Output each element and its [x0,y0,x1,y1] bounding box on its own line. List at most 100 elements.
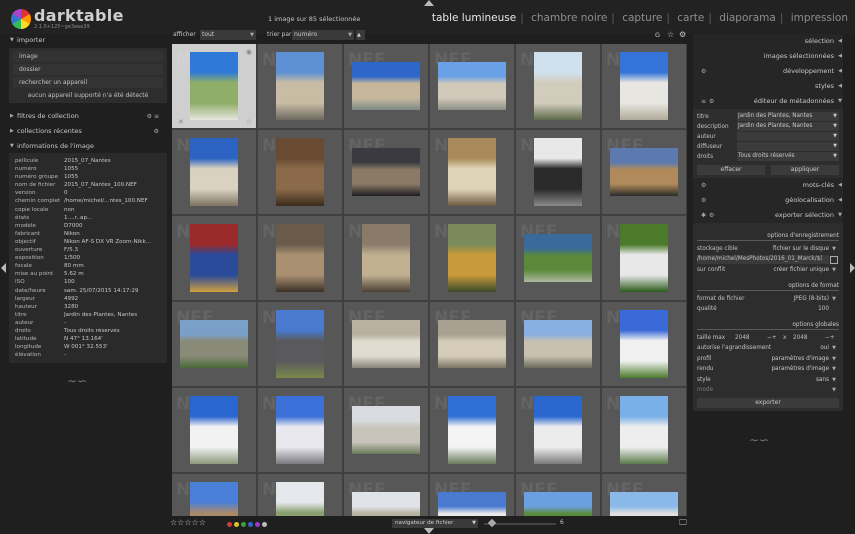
thumbnail[interactable]: NEF [257,473,343,516]
thumbnail[interactable]: NEF [515,44,601,129]
color-label-green-icon[interactable] [241,522,246,527]
view-darkroom[interactable]: chambre noire [531,12,607,24]
thumbnail[interactable]: NEF [343,129,429,215]
thumbnail[interactable]: NEF [343,473,429,516]
styles-header[interactable]: styles ◀ [693,79,843,94]
thumbnail-grid[interactable]: NEF☆✕◉NEFNEFNEFNEFNEFNEFNEFNEFNEFNEFNEFN… [172,44,687,516]
thumbnail[interactable]: NEF [343,44,429,129]
target-storage-row[interactable]: stockage cible fichier sur le disque ▼ [697,244,839,255]
zoom-slider[interactable] [484,518,556,528]
color-label-blue-icon[interactable] [248,522,253,527]
thumbnail[interactable]: NEF [429,215,515,301]
export-button[interactable]: exporter [697,397,839,408]
gear-icon[interactable]: ⚙ [701,193,706,208]
export-path-input[interactable]: /home/michel/MesPhotos/2016_01_Marck/$( [697,254,829,264]
metadata-field[interactable]: Jardin des Plantes, Nantes ▼ [737,112,839,121]
thumbnail[interactable]: NEF [601,129,687,215]
thumbnail[interactable]: NEF [343,301,429,387]
metadata-field[interactable]: Tous droits réservés ▼ [737,152,839,161]
reject-icon[interactable]: ✕ [178,118,184,126]
quality-slider[interactable]: qualité 100 [697,304,839,315]
recent-collections-header[interactable]: ▶ collections récentes ⚙ [9,125,167,138]
view-print[interactable]: impression [791,12,848,24]
collapse-right-arrow-icon[interactable] [850,263,855,273]
import-folder-button[interactable]: dossier [13,64,163,75]
thumbnail[interactable]: NEF [343,387,429,473]
thumbnail[interactable]: NEF☆✕◉ [172,44,257,129]
reset-icon[interactable]: ✱ [701,208,706,223]
image-information-header[interactable]: ▼ informations de l'image [9,140,167,153]
thumbnail[interactable]: NEF [172,129,257,215]
file-format-row[interactable]: format de fichier JPEG (8-bits) ▼ [697,294,839,305]
thumbnail[interactable]: NEF [172,387,257,473]
import-image-button[interactable]: image [13,51,163,62]
thumbnail[interactable]: NEF [257,215,343,301]
thumbnail[interactable]: NEF [429,301,515,387]
thumbnail[interactable]: NEF [343,215,429,301]
history-stack-header[interactable]: ⚙ développement ◀ [693,64,843,79]
selection-header[interactable]: sélection ◀ [693,34,843,49]
clear-metadata-button[interactable]: effacer [697,165,765,175]
thumbnail[interactable]: NEF [257,301,343,387]
thumbnail[interactable]: NEF [515,129,601,215]
apply-metadata-button[interactable]: appliquer [771,165,839,175]
thumbnail[interactable]: NEF [257,387,343,473]
thumbnail[interactable]: NEF [515,387,601,473]
color-label-purple-icon[interactable] [255,522,260,527]
max-width-input[interactable]: 2048 [735,333,749,344]
thumbnail[interactable]: NEF [257,44,343,129]
export-path-row[interactable]: /home/michel/MesPhotos/2016_01_Marck/$( [697,254,839,266]
selected-images-header[interactable]: images sélectionnées ◀ [693,49,843,64]
thumbnail[interactable]: NEF [601,215,687,301]
slider-knob[interactable] [487,518,497,528]
view-slideshow[interactable]: diaporama [719,12,776,24]
gear-icon[interactable]: ⚙ [709,94,714,109]
collapse-left-arrow-icon[interactable] [1,263,6,273]
metadata-field[interactable]: ▼ [737,142,839,151]
monitor-icon[interactable]: 🖵 [679,518,687,528]
style-row[interactable]: style sans ▼ [697,375,839,386]
thumbnail[interactable]: NEF [429,387,515,473]
thumbnail[interactable]: NEF [172,473,257,516]
tagging-header[interactable]: ⚙ mots-clés ◀ [693,178,843,193]
thumbnail[interactable]: NEF [601,387,687,473]
thumbnail[interactable]: NEF [429,44,515,129]
settings-icons[interactable]: ⚙ ≡ [147,110,159,123]
folder-browse-icon[interactable] [830,255,838,264]
sort-order-toggle-icon[interactable]: ▲ [356,30,365,40]
collection-filters-header[interactable]: ▶ filtres de collection ⚙ ≡ [9,110,167,123]
group-icon[interactable]: ◉ [246,48,252,56]
geotagging-header[interactable]: ⚙ géolocalisation ◀ [693,193,843,208]
upscale-row[interactable]: autorise l'agrandissement oui ▼ [697,343,839,354]
max-height-stepper-icon[interactable]: −+ [825,333,835,344]
presets-icon[interactable]: ≡ [701,94,706,109]
gear-icon[interactable]: ⚙ [709,208,714,223]
zoom-value[interactable]: 6 [560,519,564,526]
thumbnail[interactable]: NEF [515,473,601,516]
profile-row[interactable]: profil paramètres d'image ▼ [697,354,839,365]
export-selected-header[interactable]: ✱ ⚙ exporter sélection ▼ [693,208,843,223]
gear-icon[interactable]: ⚙ [701,178,706,193]
gear-icon[interactable]: ⚙ [154,125,159,138]
thumbnail[interactable]: NEF [257,129,343,215]
collapse-top-arrow-icon[interactable] [424,0,434,6]
thumbnail[interactable]: NEF [515,215,601,301]
max-height-input[interactable]: 2048 [793,333,807,344]
thumbnail[interactable]: NEF [429,129,515,215]
view-map[interactable]: carte [677,12,704,24]
color-label-red-icon[interactable] [227,522,232,527]
thumbnail[interactable]: NEF [601,473,687,516]
view-tethering[interactable]: capture [622,12,662,24]
overlay-star-icon[interactable]: ☆ [667,30,674,39]
thumbnail[interactable]: NEF [601,301,687,387]
sort-dropdown[interactable]: numéro ▼ [292,30,354,40]
thumbnail[interactable]: NEF [172,215,257,301]
on-conflict-row[interactable]: sur conflit créer fichier unique ▼ [697,265,839,276]
show-filter-dropdown[interactable]: tout ▼ [200,30,256,40]
mode-row[interactable]: mode ▼ [697,385,839,396]
metadata-field[interactable]: Jardin des Plantes, Nantes ▼ [737,122,839,131]
gear-icon[interactable]: ⚙ [679,30,686,39]
star-icon[interactable]: ☆ [246,118,252,126]
layout-dropdown[interactable]: navigateur de fichier ▼ [392,519,478,528]
metadata-editor-header[interactable]: ≡ ⚙ éditeur de métadonnées ▼ [693,94,843,109]
